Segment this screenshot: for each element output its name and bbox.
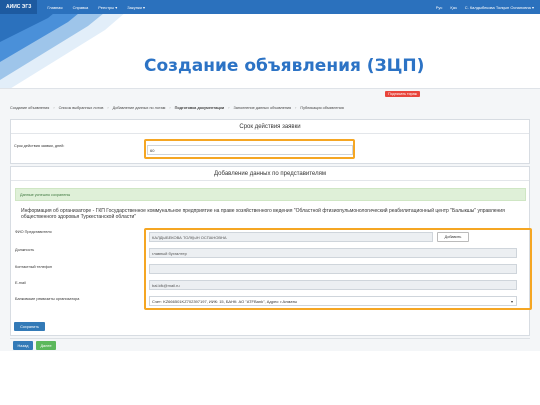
fio-label: ФИО Представителя xyxy=(15,230,52,234)
corner-decoration xyxy=(0,0,140,95)
position-label: Должность xyxy=(15,248,35,252)
organizer-info: Информация об организаторе - ГКП Государ… xyxy=(21,208,505,221)
representative-panel-header: Добавление данных по представителям xyxy=(11,167,529,181)
next-button[interactable]: Далее xyxy=(36,341,56,350)
breadcrumb: Создание объявления › Список выбранных ло… xyxy=(10,105,344,110)
nav-item-purchases[interactable]: Закупки ▾ xyxy=(127,5,145,10)
representative-highlight xyxy=(144,228,532,310)
app-screen: Подписать тираж Создание объявления › Спи… xyxy=(0,88,540,351)
phone-label: Контактный телефон xyxy=(15,265,53,269)
breadcrumb-step-3[interactable]: Добавление данных по лотам xyxy=(113,106,166,110)
slide: АИИС ЭГЗ Главная Справка Реестры ▾ Закуп… xyxy=(0,0,540,405)
divider xyxy=(10,338,530,339)
sign-button[interactable]: Подписать тираж xyxy=(385,91,420,97)
breadcrumb-step-4[interactable]: Подготовка документации xyxy=(175,106,225,110)
success-alert: Данные успешно сохранены xyxy=(15,188,526,201)
bank-label: Банковские реквизиты организатора xyxy=(15,297,80,301)
lang-ru[interactable]: Рус xyxy=(436,5,443,10)
deadline-label: Срок действия заявки, дней: xyxy=(14,144,65,148)
deadline-panel-header: Срок действия заявки xyxy=(11,120,529,134)
app-brand[interactable]: АИИС ЭГЗ xyxy=(0,0,38,14)
deadline-highlight xyxy=(144,139,355,159)
nav-item-home[interactable]: Главная xyxy=(47,5,62,10)
lang-kz[interactable]: Қаз xyxy=(450,5,456,10)
nav-item-help[interactable]: Справка xyxy=(73,5,89,10)
back-button[interactable]: Назад xyxy=(13,341,33,350)
email-label: E-mail xyxy=(15,281,26,285)
user-menu[interactable]: С. Калдыбекова Толқын Оспановна ▾ xyxy=(465,5,534,10)
breadcrumb-step-2[interactable]: Список выбранных лотов xyxy=(59,106,104,110)
app-navbar: АИИС ЭГЗ Главная Справка Реестры ▾ Закуп… xyxy=(0,0,540,14)
breadcrumb-step-6[interactable]: Публикация объявления xyxy=(300,106,343,110)
slide-title: Создание объявления (ЗЦП) xyxy=(144,56,425,76)
save-button[interactable]: Сохранить xyxy=(14,322,45,331)
breadcrumb-step-1[interactable]: Создание объявления xyxy=(10,106,49,110)
nav-item-registries[interactable]: Реестры ▾ xyxy=(98,5,117,10)
app-topbar: Подписать тираж xyxy=(0,90,540,98)
breadcrumb-step-5[interactable]: Заполнение данных объявления xyxy=(233,106,291,110)
